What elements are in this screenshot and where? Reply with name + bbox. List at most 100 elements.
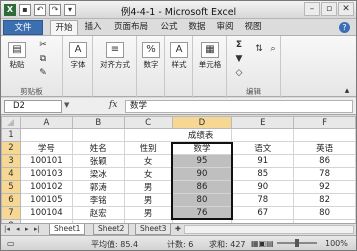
cell[interactable]: 学号 xyxy=(19,141,73,155)
cell[interactable] xyxy=(231,128,295,142)
cell[interactable] xyxy=(19,128,73,142)
minimize-button[interactable]: – xyxy=(304,2,320,16)
row-header[interactable]: 1 xyxy=(1,128,21,142)
cell[interactable]: 86 xyxy=(293,154,356,168)
tab-page-layout[interactable]: 页面布局 xyxy=(109,20,153,35)
cell[interactable]: 男 xyxy=(123,206,173,220)
cell[interactable]: 男 xyxy=(123,180,173,194)
name-box[interactable]: D2 xyxy=(4,100,62,113)
horizontal-scrollbar[interactable] xyxy=(184,225,354,234)
tab-data[interactable]: 数据 xyxy=(185,20,209,35)
name-box-dropdown-icon[interactable]: ▼ xyxy=(64,101,69,109)
cell[interactable]: 85 xyxy=(231,167,295,181)
fill-icon[interactable]: ▼ xyxy=(233,54,245,65)
selected-cell[interactable]: 90 xyxy=(171,167,233,181)
cell[interactable]: 80 xyxy=(293,206,356,220)
cell[interactable]: 女 xyxy=(123,167,173,181)
first-sheet-icon[interactable]: |◂ xyxy=(4,225,10,233)
row-header[interactable]: 3 xyxy=(1,154,21,168)
collapse-ribbon-icon[interactable]: ▴ xyxy=(341,86,353,97)
prev-sheet-icon[interactable]: ◂ xyxy=(16,225,20,233)
styles-button[interactable]: A 样式 xyxy=(167,42,191,69)
format-painter-icon[interactable]: ✎ xyxy=(37,68,49,79)
sort-filter-icon[interactable]: ⇅ xyxy=(253,44,265,55)
cell[interactable]: 100102 xyxy=(19,180,73,194)
cell[interactable]: 92 xyxy=(293,180,356,194)
cell[interactable]: 李铭 xyxy=(71,193,125,207)
restore-button[interactable]: ▫ xyxy=(321,2,337,16)
cells-button[interactable]: ▦ 单元格 xyxy=(198,42,222,69)
clear-icon[interactable]: ◇ xyxy=(233,68,245,79)
help-icon[interactable]: ? xyxy=(339,22,350,33)
cell[interactable] xyxy=(293,128,356,142)
tab-insert[interactable]: 插入 xyxy=(81,20,105,35)
view-buttons-icon[interactable]: ▦▣▤ xyxy=(251,239,274,248)
column-header[interactable]: F xyxy=(293,116,356,129)
cell[interactable]: 性别 xyxy=(123,141,173,155)
tab-home[interactable]: 开始 xyxy=(50,20,78,36)
worksheet-grid[interactable]: A B C D E F 1 成绩表 2 学号 姓名 性别 数学 语文 英语 3 … xyxy=(1,116,356,233)
row-header[interactable]: 2 xyxy=(1,141,21,155)
find-select-icon[interactable]: ⌕ xyxy=(267,44,279,55)
cell[interactable]: 78 xyxy=(231,193,295,207)
insert-function-icon[interactable]: fx xyxy=(109,100,117,110)
cell[interactable]: 82 xyxy=(293,193,356,207)
font-button[interactable]: A 字体 xyxy=(66,42,90,69)
selected-cell[interactable]: 86 xyxy=(171,180,233,194)
cell[interactable]: 英语 xyxy=(293,141,356,155)
number-button[interactable]: % 数字 xyxy=(139,42,163,69)
selected-cell[interactable]: 95 xyxy=(171,154,233,168)
active-cell[interactable]: 数学 xyxy=(171,141,233,155)
cell[interactable]: 张颖 xyxy=(71,154,125,168)
formula-input[interactable]: 数学 xyxy=(125,100,353,113)
last-sheet-icon[interactable]: ▸| xyxy=(34,225,40,233)
autosum-icon[interactable]: Σ xyxy=(233,40,245,51)
cell[interactable]: 90 xyxy=(231,180,295,194)
tab-file[interactable]: 文件 xyxy=(3,20,43,35)
tab-formulas[interactable]: 公式 xyxy=(157,20,181,35)
cell[interactable] xyxy=(71,128,125,142)
cut-icon[interactable]: ✂ xyxy=(37,40,49,51)
column-header[interactable]: E xyxy=(231,116,295,129)
select-all-corner[interactable] xyxy=(1,116,21,129)
column-header[interactable]: A xyxy=(19,116,73,129)
copy-icon[interactable]: ⧉ xyxy=(37,54,49,65)
insert-sheet-icon[interactable]: ✚ xyxy=(175,225,181,233)
cell[interactable]: 语文 xyxy=(231,141,295,155)
cell[interactable]: 100105 xyxy=(19,193,73,207)
tab-review[interactable]: 审阅 xyxy=(213,20,237,35)
sheet-tab-sheet2[interactable]: Sheet2 xyxy=(93,224,130,235)
sheet-tab-sheet1[interactable]: Sheet1 xyxy=(49,224,86,235)
tab-view[interactable]: 视图 xyxy=(241,20,265,35)
cell[interactable]: 赵宏 xyxy=(71,206,125,220)
column-header[interactable]: B xyxy=(71,116,125,129)
alignment-button[interactable]: ≡ 对齐方式 xyxy=(100,42,130,69)
selected-cell[interactable]: 76 xyxy=(171,206,233,220)
cell[interactable]: 梁冰 xyxy=(71,167,125,181)
cell[interactable]: 女 xyxy=(123,154,173,168)
paste-icon: ▤ xyxy=(8,42,26,58)
cell[interactable]: 91 xyxy=(231,154,295,168)
selected-cell[interactable]: 80 xyxy=(171,193,233,207)
cell[interactable]: 100104 xyxy=(19,206,73,220)
row-header[interactable]: 4 xyxy=(1,167,21,181)
column-header[interactable]: C xyxy=(123,116,173,129)
cell[interactable]: 100101 xyxy=(19,154,73,168)
sheet-tab-sheet3[interactable]: Sheet3 xyxy=(135,224,172,235)
cell[interactable]: 姓名 xyxy=(71,141,125,155)
cell[interactable]: 100103 xyxy=(19,167,73,181)
close-button[interactable]: ✕ xyxy=(338,2,354,16)
next-sheet-icon[interactable]: ▸ xyxy=(25,225,29,233)
cell[interactable]: 67 xyxy=(231,206,295,220)
row-header[interactable]: 6 xyxy=(1,193,21,207)
zoom-level[interactable]: 100% xyxy=(325,239,348,248)
paste-button[interactable]: ▤ 粘贴 xyxy=(5,42,29,69)
cell[interactable]: 男 xyxy=(123,193,173,207)
zoom-slider-handle[interactable] xyxy=(295,239,299,247)
table-title-cell[interactable]: 成绩表 xyxy=(123,128,233,142)
row-header[interactable]: 5 xyxy=(1,180,21,194)
column-header[interactable]: D xyxy=(171,116,233,129)
cell[interactable]: 78 xyxy=(293,167,356,181)
row-header[interactable]: 7 xyxy=(1,206,21,220)
cell[interactable]: 郭涛 xyxy=(71,180,125,194)
